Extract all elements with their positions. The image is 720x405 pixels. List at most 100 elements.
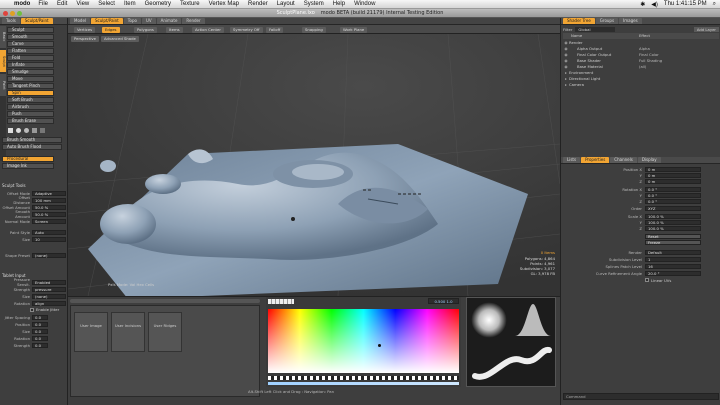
tool-tangent-pinch[interactable]: Tangent Pinch	[7, 83, 54, 89]
menu-edit[interactable]: Edit	[57, 1, 67, 7]
tool-spin[interactable]: Spin	[7, 90, 54, 96]
prop-value[interactable]: 0 m	[645, 178, 701, 184]
prop-shape-preset[interactable]: Shape Preset (none)	[2, 252, 66, 258]
menu-view[interactable]: View	[76, 1, 89, 7]
viewport-3d[interactable]: Model Sculpt/Paint Topo UV Animate Rende…	[68, 18, 560, 296]
menu-help[interactable]: Help	[333, 1, 345, 7]
menu-texture[interactable]: Texture	[180, 1, 200, 7]
preset-user-incisions[interactable]: User Incisions	[111, 312, 145, 352]
prop-value[interactable]: 100.0 %	[645, 213, 701, 219]
prop-position-z[interactable]: Z0 m	[563, 178, 713, 184]
action-center-button[interactable]: Action Center	[192, 27, 224, 33]
prop-value[interactable]: 0.0	[32, 328, 48, 334]
prop-subdivision-level[interactable]: Subdivision Level 1	[563, 256, 713, 262]
polygons-mode-button[interactable]: Polygons	[134, 27, 157, 33]
tool-fold[interactable]: Fold	[7, 55, 54, 61]
edges-mode-button[interactable]: Edges	[102, 27, 120, 33]
prop-value[interactable]: 50.0 %	[32, 204, 66, 210]
prop-value[interactable]: 100 mm	[32, 197, 66, 203]
prop-splines-patch-level[interactable]: Splines Patch Level 16	[563, 263, 713, 269]
prop-value[interactable]: 0.0	[32, 314, 48, 320]
menu-select[interactable]: Select	[98, 1, 115, 7]
view-mode-dropdown[interactable]: Perspective	[71, 36, 99, 42]
value-slider[interactable]	[268, 382, 459, 385]
menu-vertex-map[interactable]: Vertex Map	[209, 1, 239, 7]
tool-airbrush[interactable]: Airbrush	[7, 104, 54, 110]
minimize-window-button[interactable]	[10, 11, 15, 16]
falloff-button[interactable]: Falloff	[266, 27, 284, 33]
bluetooth-icon[interactable]: ✱	[640, 1, 645, 8]
prop-value[interactable]: 0.0 °	[645, 192, 701, 198]
tool-smudge[interactable]: Smudge	[7, 69, 54, 75]
volume-icon[interactable]: ◀)	[651, 1, 658, 8]
prop-scale-z[interactable]: Z 100.0 %	[563, 225, 713, 231]
color-value-field[interactable]: 0.500 1.0	[428, 298, 459, 304]
prop-value[interactable]: (none)	[32, 293, 66, 299]
clock[interactable]: Thu 1:41:15 PM	[664, 1, 707, 7]
menu-item[interactable]: Item	[124, 1, 136, 7]
procedural-brush-icon[interactable]	[32, 128, 37, 133]
tool-carve[interactable]: Carve	[7, 41, 54, 47]
tool-smooth[interactable]: Smooth	[7, 34, 54, 40]
menu-render[interactable]: Render	[248, 1, 268, 7]
prop-value[interactable]: XYZ	[645, 205, 701, 211]
freeze-button[interactable]: Freeze	[645, 239, 701, 245]
image-ink-button[interactable]: Image Ink	[2, 163, 54, 169]
prop-rotation-z[interactable]: Z 0.0 °	[563, 198, 713, 204]
soft-brush-icon[interactable]	[24, 128, 29, 133]
vertices-mode-button[interactable]: Vertices	[74, 27, 96, 33]
reset-button[interactable]: Reset	[645, 233, 701, 239]
preset-user-ridges[interactable]: User Ridges	[148, 312, 182, 352]
prop-render[interactable]: Render Default	[563, 249, 713, 255]
tree-row[interactable]: ▸ Camera	[563, 82, 719, 88]
prop-value[interactable]: 100.0 %	[645, 219, 701, 225]
prop-value[interactable]: 0.0	[32, 335, 48, 341]
prop-value[interactable]: 0.0 °	[645, 198, 701, 204]
col-name-header[interactable]: Name	[563, 33, 639, 39]
app-menu[interactable]: modo	[14, 1, 30, 7]
tool-soft-brush[interactable]: Soft Brush	[7, 97, 54, 103]
prop-value[interactable]: 100.0 %	[645, 225, 701, 231]
tool-brush-erase[interactable]: Brush Erase	[7, 118, 54, 124]
spotlight-icon[interactable]: ⌕	[713, 1, 716, 8]
prop-value[interactable]: 10	[32, 236, 66, 242]
tab-topo[interactable]: Topo	[123, 18, 141, 24]
tool-flatten[interactable]: Flatten	[7, 48, 54, 54]
tab-properties[interactable]: Properties	[581, 157, 610, 163]
prop-value[interactable]: Enabled	[32, 279, 66, 285]
hue-saturation-field[interactable]	[268, 309, 459, 373]
tab-sculpt-paint-layout[interactable]: Sculpt/Paint	[91, 18, 123, 24]
preset-user-image[interactable]: User Image	[74, 312, 108, 352]
add-layer-button[interactable]: Add Layer	[693, 26, 719, 32]
tab-uv[interactable]: UV	[141, 18, 156, 24]
brush-smooth-button[interactable]: Brush Smooth	[2, 137, 62, 143]
prop-value[interactable]: 50.0 %	[32, 211, 66, 217]
vtab-paint[interactable]: Paint	[0, 74, 6, 96]
command-input[interactable]: Command	[563, 393, 719, 400]
alpha-slider[interactable]	[268, 376, 459, 380]
prop-offset-distance[interactable]: Offset Distance 100 mm	[2, 195, 66, 205]
checkbox-box[interactable]	[645, 278, 649, 282]
menu-file[interactable]: File	[38, 1, 48, 7]
snapping-button[interactable]: Snapping	[302, 27, 326, 33]
col-effect-header[interactable]: Effect	[639, 33, 650, 39]
enable-jitter-checkbox[interactable]: Enable Jitter	[30, 307, 59, 312]
zoom-window-button[interactable]	[17, 11, 22, 16]
prop-rotation[interactable]: Rotation align	[2, 300, 66, 306]
tab-groups[interactable]: Groups	[595, 18, 619, 24]
prop-jitter-rotation[interactable]: Rotation 0.0	[2, 335, 66, 341]
linear-uvs-toggle[interactable]: Linear UVs	[645, 278, 671, 283]
prop-strength[interactable]: Strength pressure	[2, 286, 66, 292]
prop-curve-refinement[interactable]: Curve Refinement Angle 20.0 °	[563, 270, 713, 276]
prop-jitter-strength[interactable]: Strength 0.0	[2, 342, 66, 348]
color-swatch-strip[interactable]	[268, 299, 294, 304]
prop-pressure[interactable]: Pressure Sensit. Enabled	[2, 277, 66, 287]
prop-value[interactable]: 16	[645, 263, 701, 269]
prop-jitter-position[interactable]: Position 0.0	[2, 321, 66, 327]
round-brush-icon[interactable]	[16, 128, 21, 133]
tab-animate[interactable]: Animate	[156, 18, 182, 24]
timeline-scrubber[interactable]	[70, 299, 260, 303]
vtab-basic[interactable]: Basic	[0, 26, 6, 48]
prop-value[interactable]: pressure	[32, 286, 66, 292]
prop-smooth-amount[interactable]: Smooth Amount 50.0 %	[2, 209, 66, 219]
